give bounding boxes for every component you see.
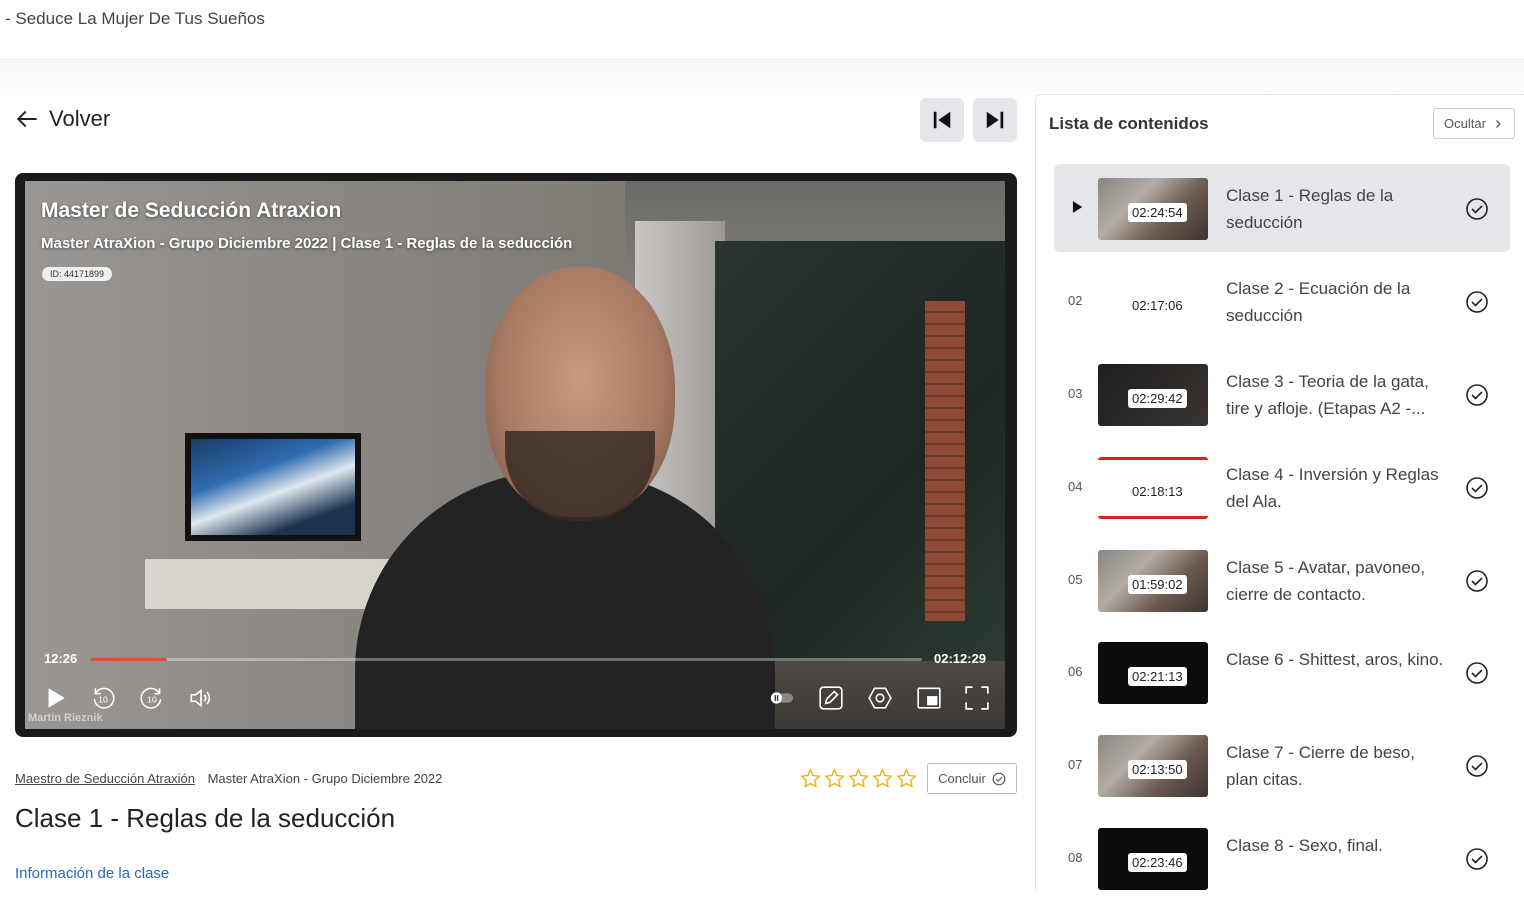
lesson-title: Clase 1 - Reglas de la seducción: [15, 803, 396, 833]
item-duration: 02:24:54: [1128, 203, 1187, 222]
content-list-item[interactable]: 07 02:13:50 Clase 7 - Cierre de beso, plan…: [1054, 721, 1510, 809]
item-label: Clase 5 - Avatar, pavoneo, cierre de con…: [1226, 558, 1426, 604]
class-info-link[interactable]: Información de la clase: [15, 865, 169, 882]
back-button[interactable]: Volver: [15, 106, 110, 132]
video-id-badge: ID: 44171899: [42, 267, 113, 281]
check-circle-icon[interactable]: [1465, 661, 1489, 685]
item-number: 05: [1068, 572, 1083, 587]
item-label: Clase 6 - Shittest, aros, kino.: [1226, 650, 1444, 669]
content-list-item[interactable]: 06 02:21:13 Clase 6 - Shittest, aros, kino…: [1054, 628, 1510, 716]
skip-previous-icon: [933, 111, 951, 129]
check-circle-icon[interactable]: [1465, 383, 1489, 407]
content-list-item[interactable]: 05 01:59:02 Clase 5 - Avatar, pavoneo, cie…: [1054, 536, 1510, 624]
star-icon[interactable]: [848, 768, 869, 789]
volume-icon: [190, 688, 211, 708]
star-icon[interactable]: [824, 768, 845, 789]
video-frame: [25, 181, 1005, 729]
content-list-item[interactable]: 04 02:18:13 Clase 4 - Inversión y Reglas d…: [1054, 443, 1510, 531]
content-list-item[interactable]: 08 02:23:46 Clase 8 - Sexo, final.: [1054, 814, 1510, 902]
star-icon[interactable]: [896, 768, 917, 789]
next-lesson-button[interactable]: [973, 98, 1017, 142]
check-circle-icon[interactable]: [1465, 197, 1489, 221]
play-button[interactable]: [41, 684, 69, 712]
content-list-title: Lista de contenidos: [1049, 114, 1209, 133]
svg-text:10: 10: [147, 694, 157, 704]
item-number: 07: [1068, 757, 1083, 772]
content-list-panel: Lista de contenidos Ocultar 02:24:54 Clas…: [1035, 94, 1524, 890]
content-list-item[interactable]: 03 02:29:42 Clase 3 - Teoria de la gata, t…: [1054, 350, 1510, 438]
item-label: Clase 8 - Sexo, final.: [1226, 836, 1383, 855]
check-circle-icon[interactable]: [1465, 569, 1489, 593]
arrow-left-icon: [16, 110, 37, 128]
play-icon: [48, 688, 65, 708]
notes-button[interactable]: [817, 684, 845, 712]
star-icon[interactable]: [800, 768, 821, 789]
item-duration: 02:21:13: [1128, 667, 1187, 686]
video-player[interactable]: [15, 173, 1017, 737]
previous-lesson-button[interactable]: [920, 98, 964, 142]
check-circle-icon[interactable]: [1465, 847, 1489, 871]
item-duration: 02:18:13: [1128, 482, 1187, 501]
item-duration: 02:13:50: [1128, 760, 1187, 779]
rewind-10-icon: 10: [93, 687, 115, 709]
autoplay-toggle[interactable]: [768, 684, 796, 712]
chevron-right-icon: [1496, 119, 1501, 128]
star-icon[interactable]: [872, 768, 893, 789]
hide-panel-button[interactable]: Ocultar: [1433, 108, 1515, 139]
skip-next-icon: [986, 111, 1004, 129]
video-overlay-title: Master de Seducción Atraxion: [41, 199, 342, 222]
check-circle-icon[interactable]: [1465, 476, 1489, 500]
breadcrumb-group: Master AtraXion - Grupo Diciembre 2022: [207, 771, 443, 786]
back-label: Volver: [49, 106, 111, 131]
progress-fill: [90, 658, 167, 661]
star-rating[interactable]: [800, 768, 917, 789]
current-time: 12:26: [44, 651, 78, 666]
content-list-item[interactable]: 02 02:17:06 Clase 2 - Ecuación de la seduc…: [1054, 257, 1510, 345]
fullscreen-button[interactable]: [963, 684, 991, 712]
check-circle-icon[interactable]: [1465, 290, 1489, 314]
total-time: 02:12:29: [934, 651, 987, 666]
settings-icon: [868, 687, 892, 709]
item-label: Clase 3 - Teoria de la gata, tire y aflo…: [1226, 372, 1429, 418]
settings-button[interactable]: [866, 684, 894, 712]
forward-10-icon: 10: [140, 687, 162, 709]
rewind-10-button[interactable]: 10: [89, 684, 117, 712]
item-duration: 02:29:42: [1128, 389, 1187, 408]
progress-bar[interactable]: [90, 658, 922, 661]
check-circle-icon: [992, 772, 1006, 785]
conclude-label: Concluir: [938, 771, 986, 786]
video-watermark: Martin Rieznik: [28, 712, 103, 724]
item-number: 03: [1068, 386, 1083, 401]
item-label: Clase 1 - Reglas de la seducción: [1226, 186, 1394, 232]
breadcrumb: Maestro de Seducción Atraxión Master Atr…: [15, 771, 442, 786]
hide-label: Ocultar: [1444, 116, 1486, 131]
item-duration: 01:59:02: [1128, 575, 1187, 594]
fullscreen-icon: [965, 686, 989, 710]
item-label: Clase 7 - Cierre de beso, plan citas.: [1226, 743, 1415, 789]
item-number: 06: [1068, 664, 1083, 679]
breadcrumb-course-link[interactable]: Maestro de Seducción Atraxión: [15, 771, 195, 786]
svg-text:10: 10: [98, 694, 108, 704]
picture-in-picture-button[interactable]: [915, 684, 943, 712]
item-duration: 02:23:46: [1128, 853, 1187, 872]
item-number: 08: [1068, 850, 1083, 865]
edit-icon: [819, 686, 843, 710]
content-list-item[interactable]: 02:24:54 Clase 1 - Reglas de la seducción: [1054, 164, 1510, 252]
item-label: Clase 4 - Inversión y Reglas del Ala.: [1226, 465, 1439, 511]
top-bar: - Seduce La Mujer De Tus Sueños: [0, 0, 1524, 60]
video-overlay-subtitle: Master AtraXion - Grupo Diciembre 2022 |…: [41, 235, 573, 252]
picture-in-picture-icon: [917, 687, 941, 709]
forward-10-button[interactable]: 10: [138, 684, 166, 712]
item-duration: 02:17:06: [1128, 296, 1187, 315]
item-number: 04: [1068, 479, 1083, 494]
now-playing-icon: [1072, 201, 1083, 213]
conclude-button[interactable]: Concluir: [927, 763, 1017, 794]
volume-button[interactable]: [187, 684, 215, 712]
check-circle-icon[interactable]: [1465, 754, 1489, 778]
toggle-icon: [770, 692, 794, 704]
item-number: 02: [1068, 293, 1083, 308]
item-label: Clase 2 - Ecuación de la seducción: [1226, 279, 1411, 325]
site-title: - Seduce La Mujer De Tus Sueños: [5, 9, 265, 28]
